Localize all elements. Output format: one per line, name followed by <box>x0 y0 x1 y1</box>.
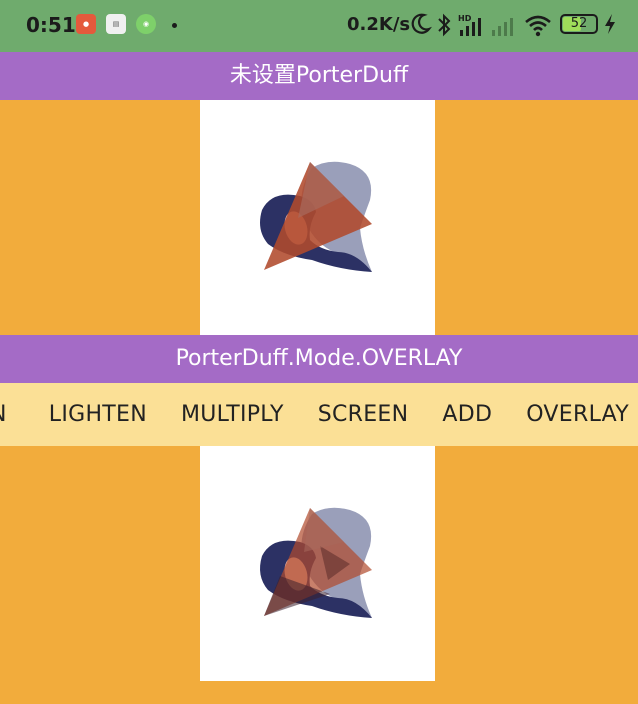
hd-signal-icon: HD <box>458 14 481 36</box>
battery-level: 52 <box>570 16 588 31</box>
network-speed: 0.2K/s <box>347 14 411 35</box>
android-icon: ◉ <box>136 14 156 34</box>
app-notification-icon: ● <box>76 14 96 34</box>
status-time: 0:51 <box>26 13 76 37</box>
preview-canvas-overlay <box>200 446 435 681</box>
do-not-disturb-moon-icon <box>411 13 432 34</box>
signal-icon <box>492 18 513 36</box>
composited-image <box>260 161 372 272</box>
mode-item-partial[interactable]: N <box>0 402 7 427</box>
more-notifications-dot-icon <box>172 23 177 28</box>
bluetooth-icon <box>438 13 451 37</box>
composited-image-overlay <box>260 507 372 618</box>
battery-icon: 52 <box>560 14 598 34</box>
wifi-icon <box>525 15 551 37</box>
app-notification-icon: ▤ <box>106 14 126 34</box>
current-mode-title: PorterDuff.Mode.OVERLAY <box>0 335 638 383</box>
mode-item-screen[interactable]: SCREEN <box>318 402 409 427</box>
mode-item-multiply[interactable]: MULTIPLY <box>181 402 284 427</box>
svg-text:HD: HD <box>458 14 472 23</box>
status-bar: 0:51 ● ▤ ◉ 0.2K/s HD 52 <box>0 0 638 52</box>
mode-item-lighten[interactable]: LIGHTEN <box>49 402 147 427</box>
mode-list: N LIGHTEN MULTIPLY SCREEN ADD OVERLAY <box>0 383 629 446</box>
porterduff-mode-selector[interactable]: N LIGHTEN MULTIPLY SCREEN ADD OVERLAY <box>0 383 638 446</box>
preview-canvas-original <box>200 100 435 335</box>
mode-item-add[interactable]: ADD <box>442 402 492 427</box>
mode-item-overlay[interactable]: OVERLAY <box>526 402 629 427</box>
charging-bolt-icon <box>605 14 615 34</box>
page-title: 未设置PorterDuff <box>0 52 638 100</box>
